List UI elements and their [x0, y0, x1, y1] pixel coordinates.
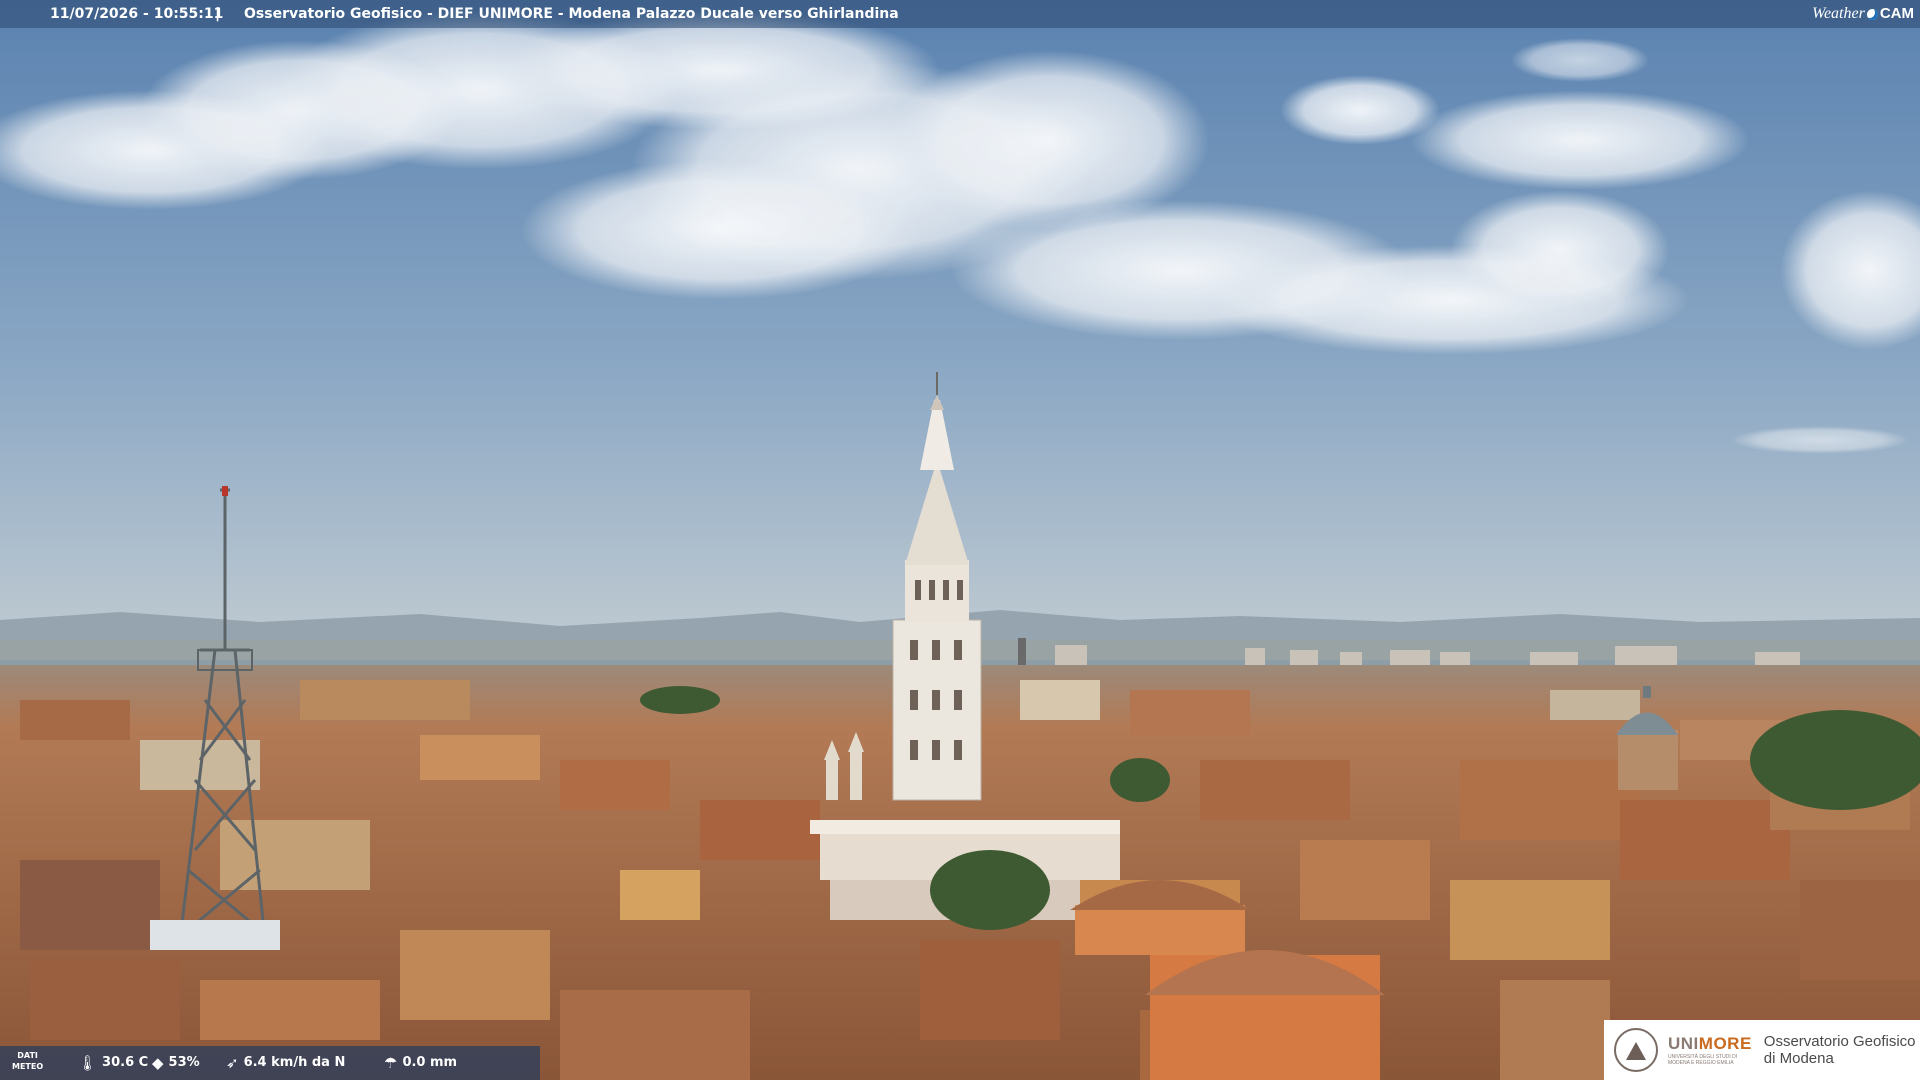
logo-weather-text: Weather — [1812, 5, 1865, 22]
institution-logo: UNIMORE UNIVERSITÀ DEGLI STUDI DI MODENA… — [1604, 1020, 1920, 1080]
caption-bar: 11/07/2026 - 10:55:11 | Osservatorio Geo… — [0, 0, 1920, 28]
humidity-value: 53% — [168, 1055, 200, 1070]
observatory-line-2: di Modena — [1763, 1050, 1834, 1067]
observatory-name: Osservatorio Geofisico di Modena — [1764, 1033, 1916, 1067]
university-seal-icon — [1614, 1028, 1658, 1072]
thermometer-icon: 🌡︎ — [78, 1054, 98, 1072]
logo-globe-icon — [1866, 8, 1878, 20]
uni-prefix: UNI — [1668, 1034, 1699, 1053]
wind-readout: ➶ 6.4 km/h da N — [226, 1046, 345, 1080]
weathercam-logo: Weather CAM — [1806, 0, 1920, 28]
droplet-icon: ◆ — [152, 1054, 164, 1072]
rain-readout: ☂ 0.0 mm — [384, 1046, 457, 1080]
rain-gauge-icon: ☂ — [384, 1054, 398, 1072]
camera-caption: Osservatorio Geofisico - DIEF UNIMORE - … — [244, 6, 899, 22]
temperature-value: 30.6 C — [102, 1055, 149, 1070]
webcam-image — [0, 0, 1920, 1080]
caption-separator: | — [215, 6, 221, 22]
weather-strip: DATI METEO 🌡︎ 30.6 C ◆ 53% ➶ 6.4 km/h da… — [0, 1046, 540, 1080]
uni-subtitle-2: MODENA E REGGIO EMILIA — [1668, 1060, 1734, 1066]
observatory-line-1: Osservatorio Geofisico — [1763, 1033, 1916, 1050]
timestamp: 11/07/2026 - 10:55:11 — [50, 6, 224, 22]
unimore-wordmark: UNIMORE UNIVERSITÀ DEGLI STUDI DI MODENA… — [1668, 1034, 1752, 1066]
humidity-readout: ◆ 53% — [152, 1046, 200, 1080]
weather-data-label: DATI METEO — [12, 1051, 44, 1071]
uni-suffix: MORE — [1698, 1034, 1752, 1053]
logo-cam-text: CAM — [1879, 5, 1914, 22]
wind-icon: ➶ — [226, 1054, 239, 1072]
wind-value: 6.4 km/h da N — [243, 1055, 346, 1070]
rain-value: 0.0 mm — [402, 1055, 458, 1070]
temperature-readout: 🌡︎ 30.6 C — [78, 1046, 148, 1080]
